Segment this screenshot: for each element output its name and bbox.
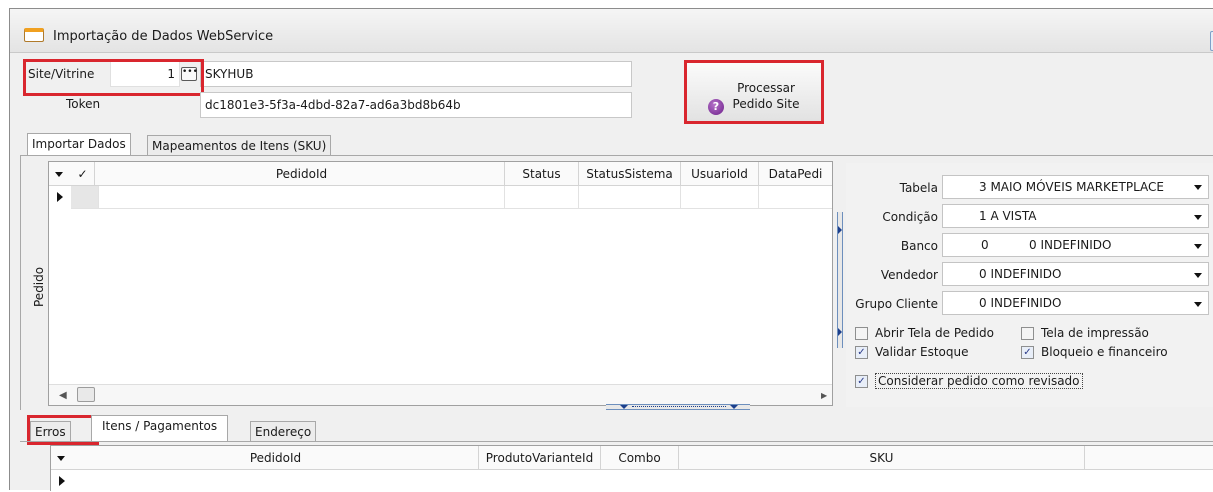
column-menu-icon[interactable] — [57, 456, 65, 461]
tabela-value: 3 MAIO MÓVEIS MARKETPLACE — [979, 180, 1164, 194]
tab-itens-pagamentos[interactable]: Itens / Pagamentos — [91, 415, 229, 441]
column-menu-icon[interactable] — [55, 172, 63, 177]
chevron-down-icon[interactable] — [1194, 273, 1202, 278]
abrir-tela-pedido-checkbox[interactable] — [855, 327, 868, 340]
tabela-select[interactable]: 3 MAIO MÓVEIS MARKETPLACE — [942, 175, 1209, 199]
window-title: Importação de Dados WebService — [53, 29, 274, 44]
vertical-splitter[interactable] — [837, 212, 843, 348]
scroll-right-icon[interactable]: ▶ — [821, 391, 827, 400]
column-header-extra[interactable] — [1085, 446, 1213, 470]
title-bar: Importação de Dados WebService — [10, 9, 1213, 53]
grupo-cliente-select[interactable]: 0 INDEFINIDO — [942, 291, 1209, 315]
column-header-sku[interactable]: SKU — [679, 446, 1085, 470]
validar-estoque-checkbox[interactable]: ✓ — [855, 346, 868, 359]
splitter-arrow-icon — [730, 405, 738, 409]
row-cell-status[interactable] — [505, 186, 579, 209]
banco-label: Banco — [900, 239, 938, 253]
column-header-statussistema[interactable]: StatusSistema — [579, 162, 681, 186]
scroll-left-icon[interactable]: ◀ — [59, 390, 67, 401]
checkmark-icon: ✓ — [857, 347, 866, 358]
highlight-site-box — [23, 59, 204, 96]
banco-code-value: 0 — [981, 238, 989, 252]
validar-estoque-label: Validar Estoque — [875, 345, 969, 359]
chevron-down-icon[interactable] — [1194, 185, 1202, 190]
app-window: Importação de Dados WebService Site/Vitr… — [9, 8, 1213, 491]
horizontal-splitter[interactable] — [606, 404, 750, 410]
column-header-pedidoid[interactable]: PedidoId — [99, 162, 505, 186]
chevron-down-icon[interactable] — [1194, 215, 1202, 220]
table-row[interactable] — [51, 470, 1213, 492]
pedido-check-header[interactable]: ✓ — [71, 162, 95, 186]
column-header-usuarioid[interactable]: UsuarioId — [681, 162, 759, 186]
row-cell-statussistema[interactable] — [579, 186, 681, 209]
row-indicator-icon — [57, 192, 63, 202]
highlight-process-box — [684, 60, 824, 124]
checkmark-icon: ✓ — [857, 376, 866, 387]
splitter-arrow-icon — [620, 405, 628, 409]
tab-endereco[interactable]: Endereço — [250, 421, 317, 441]
site-name-value: SKYHUB — [205, 67, 254, 81]
chevron-down-icon[interactable] — [1194, 244, 1202, 249]
vendedor-select[interactable]: 0 INDEFINIDO — [942, 262, 1209, 286]
pedido-horizontal-scrollbar[interactable]: ◀ ▶ — [49, 384, 832, 405]
site-name-field: SKYHUB — [200, 61, 632, 87]
column-header-pedidoid[interactable]: PedidoId — [73, 446, 479, 470]
considerar-revisado-checkbox[interactable]: ✓ — [855, 375, 868, 388]
tela-impressao-label: Tela de impressão — [1041, 326, 1149, 340]
bloqueio-financeiro-checkbox[interactable]: ✓ — [1021, 346, 1034, 359]
row-indicator-icon — [59, 476, 65, 486]
splitter-grip — [632, 406, 726, 407]
row-cell-usuarioid[interactable] — [681, 186, 759, 209]
column-header-status[interactable]: Status — [505, 162, 579, 186]
pedido-grid[interactable]: ✓ PedidoId Status StatusSistema UsuarioI… — [48, 161, 833, 406]
tela-impressao-checkbox[interactable] — [1021, 327, 1034, 340]
abrir-tela-pedido-label: Abrir Tela de Pedido — [875, 326, 994, 340]
condicao-value: 1 A VISTA — [979, 209, 1037, 223]
row-cell-datapedido[interactable] — [759, 186, 832, 209]
table-row[interactable] — [49, 186, 832, 209]
app-window-icon — [24, 28, 44, 42]
condicao-select[interactable]: 1 A VISTA — [942, 204, 1209, 228]
banco-name-value: 0 INDEFINIDO — [1029, 238, 1112, 252]
banco-select[interactable]: 0 0 INDEFINIDO — [942, 233, 1209, 257]
column-header-combo[interactable]: Combo — [601, 446, 679, 470]
tabela-label: Tabela — [899, 181, 938, 195]
token-value: dc1801e3-5f3a-4dbd-82a7-ad6a3bd8b64b — [205, 98, 461, 112]
bloqueio-financeiro-label: Bloqueio e financeiro — [1041, 345, 1168, 359]
chevron-down-icon[interactable] — [1194, 302, 1202, 307]
column-header-datapedido[interactable]: DataPedi — [759, 162, 832, 186]
row-cell-pedidoid[interactable] — [99, 186, 505, 209]
grupo-cliente-label: Grupo Cliente — [855, 297, 938, 311]
considerar-revisado-label: Considerar pedido como revisado — [875, 373, 1083, 389]
splitter-arrow-icon — [838, 328, 842, 336]
condicao-label: Condição — [882, 210, 938, 224]
tab-mapeamentos[interactable]: Mapeamentos de Itens (SKU) — [147, 135, 332, 155]
grupo-cliente-value: 0 INDEFINIDO — [979, 296, 1062, 310]
items-grid[interactable]: PedidoId ProdutoVarianteId Combo SKU — [50, 445, 1213, 491]
token-label: Token — [66, 97, 101, 111]
row-check-cell[interactable] — [71, 186, 99, 209]
scroll-thumb[interactable] — [77, 387, 95, 402]
checkmark-icon: ✓ — [1023, 347, 1032, 358]
splitter-arrow-icon — [838, 226, 842, 234]
vendedor-value: 0 INDEFINIDO — [979, 267, 1062, 281]
vendedor-label: Vendedor — [880, 268, 938, 282]
column-header-produtovarianteid[interactable]: ProdutoVarianteId — [479, 446, 601, 470]
token-field[interactable]: dc1801e3-5f3a-4dbd-82a7-ad6a3bd8b64b — [200, 92, 632, 118]
tab-importar-dados[interactable]: Importar Dados — [27, 133, 131, 155]
pedido-side-label: Pedido — [32, 266, 46, 307]
